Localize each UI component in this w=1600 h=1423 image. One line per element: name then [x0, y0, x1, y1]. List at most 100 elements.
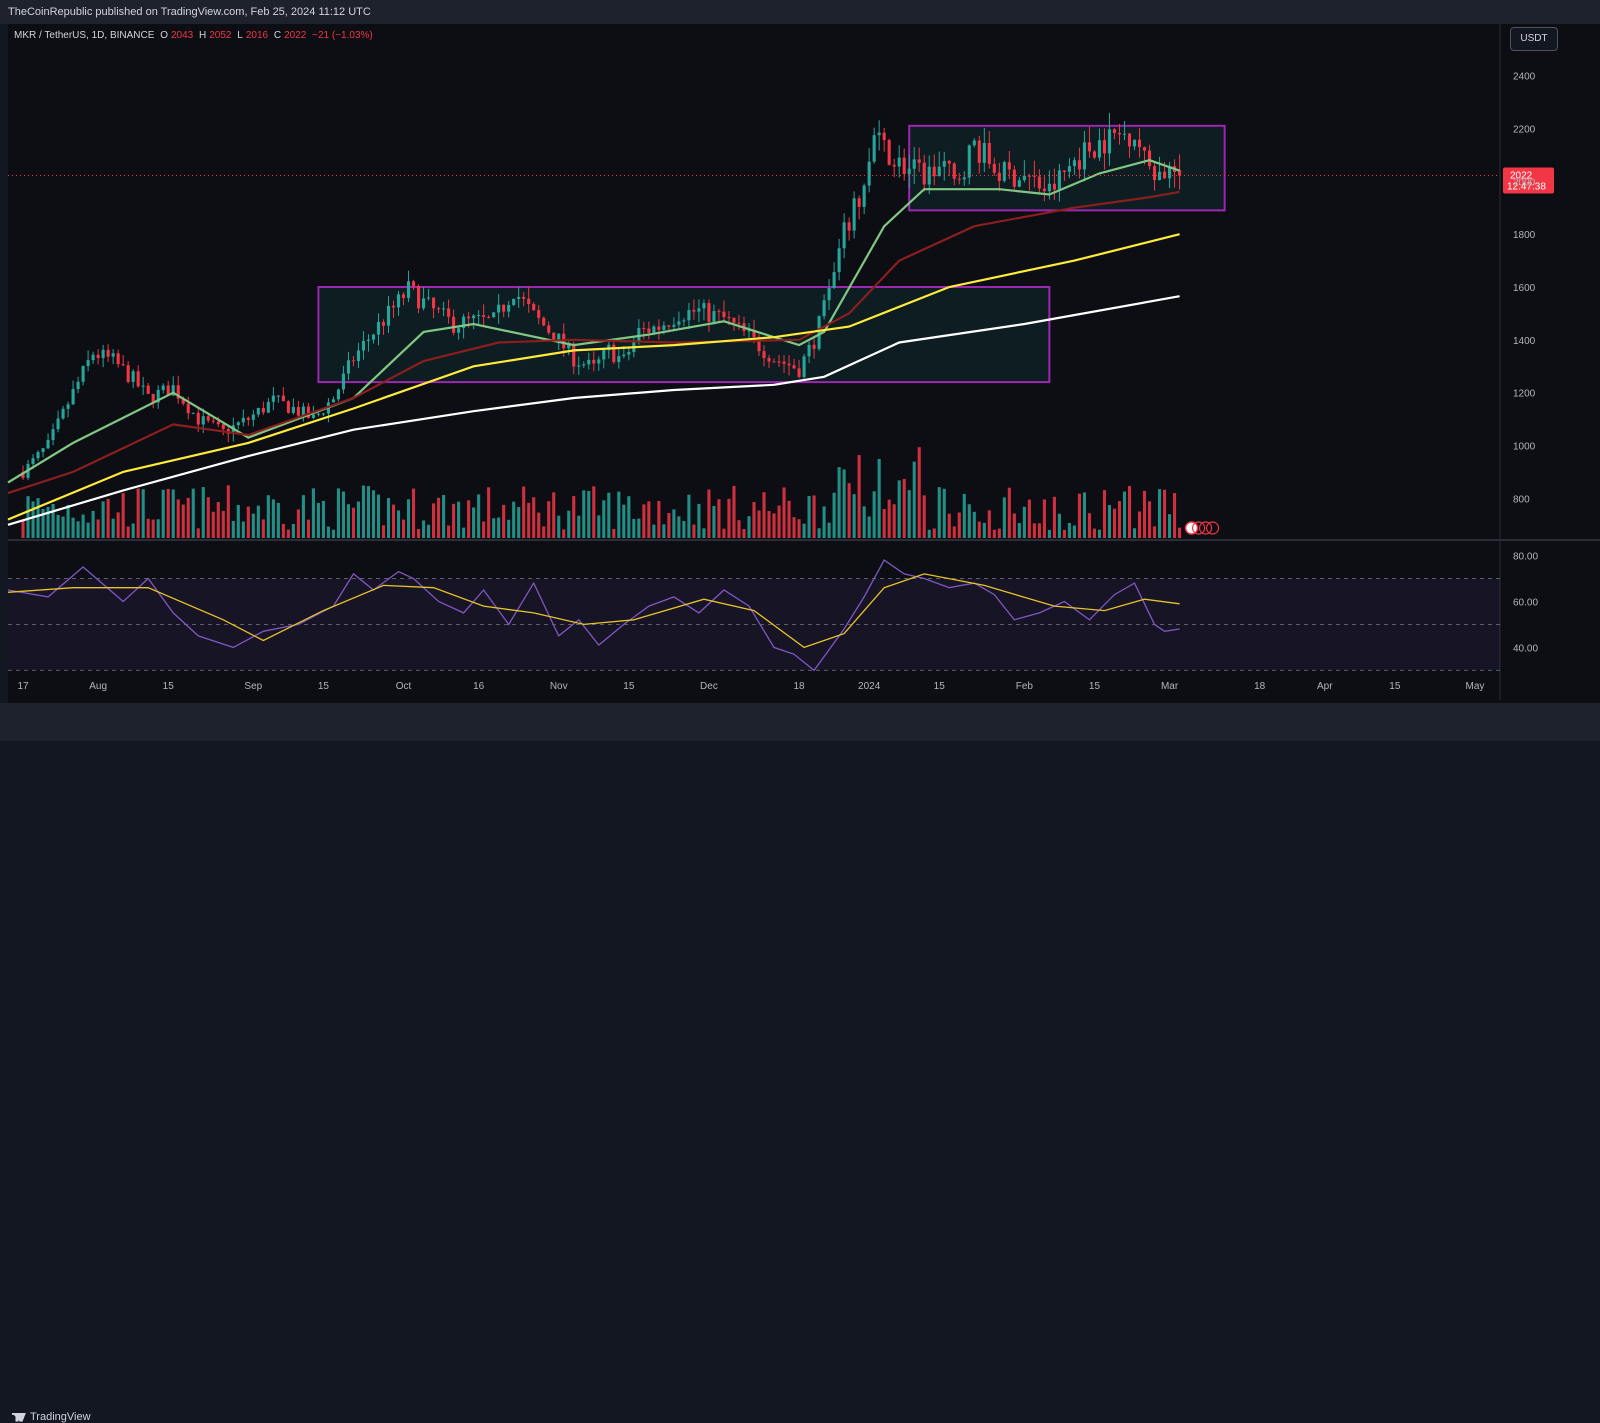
candle-body[interactable]	[1132, 139, 1137, 147]
candle-body[interactable]	[321, 413, 325, 415]
candle-body[interactable]	[31, 458, 35, 464]
candle-body[interactable]	[682, 320, 686, 322]
candle-body[interactable]	[86, 360, 90, 366]
candle-body[interactable]	[917, 159, 921, 163]
candle-body[interactable]	[482, 315, 486, 317]
candle-body[interactable]	[1067, 166, 1071, 172]
candle-body[interactable]	[652, 326, 656, 333]
candle-body[interactable]	[46, 439, 50, 449]
candle-body[interactable]	[1047, 183, 1051, 192]
candle-body[interactable]	[577, 365, 581, 367]
candle-body[interactable]	[56, 418, 60, 430]
candle-body[interactable]	[1087, 142, 1092, 152]
candle-body[interactable]	[376, 321, 381, 335]
candle-body[interactable]	[401, 294, 406, 298]
candle-body[interactable]	[366, 339, 371, 341]
candle-body[interactable]	[457, 328, 461, 333]
candle-body[interactable]	[186, 403, 190, 414]
candle-body[interactable]	[121, 364, 125, 366]
candle-body[interactable]	[66, 404, 70, 409]
candle-body[interactable]	[497, 304, 501, 313]
candle-body[interactable]	[792, 365, 796, 369]
candle-body[interactable]	[141, 385, 145, 387]
candle-body[interactable]	[852, 198, 856, 231]
candle-body[interactable]	[1042, 188, 1046, 192]
candle-body[interactable]	[992, 163, 996, 173]
candle-body[interactable]	[381, 321, 386, 326]
candle-body[interactable]	[477, 315, 481, 317]
candle-body[interactable]	[827, 287, 831, 301]
candle-body[interactable]	[201, 416, 205, 425]
range-box-1[interactable]	[317, 286, 1051, 384]
candle-body[interactable]	[447, 308, 451, 317]
candle-body[interactable]	[817, 316, 821, 349]
candle-body[interactable]	[206, 416, 210, 421]
candle-body[interactable]	[1032, 175, 1036, 177]
candle-body[interactable]	[672, 324, 676, 327]
candle-body[interactable]	[1072, 160, 1076, 167]
candle-body[interactable]	[1037, 176, 1041, 189]
candle-body[interactable]	[1102, 140, 1107, 154]
candle-body[interactable]	[126, 365, 130, 382]
candle-body[interactable]	[547, 325, 551, 333]
candle-body[interactable]	[717, 311, 721, 313]
candle-body[interactable]	[336, 389, 340, 400]
candle-body[interactable]	[472, 315, 476, 319]
candle-body[interactable]	[1152, 166, 1157, 181]
candle-body[interactable]	[767, 358, 771, 362]
candle-body[interactable]	[882, 132, 886, 141]
candle-body[interactable]	[797, 368, 801, 377]
candle-body[interactable]	[411, 281, 416, 287]
candle-body[interactable]	[36, 452, 40, 459]
candle-body[interactable]	[507, 304, 511, 312]
candle-body[interactable]	[602, 350, 606, 360]
candle-body[interactable]	[1062, 170, 1066, 172]
candle-body[interactable]	[1112, 129, 1117, 133]
candle-body[interactable]	[762, 351, 766, 359]
candle-body[interactable]	[627, 352, 631, 355]
candle-body[interactable]	[962, 177, 966, 180]
price-chart[interactable]: 202212:47:388001000120014001600180020002…	[0, 0, 1600, 741]
candle-body[interactable]	[707, 303, 711, 322]
candle-body[interactable]	[346, 360, 351, 374]
candle-body[interactable]	[221, 424, 225, 430]
candle-body[interactable]	[657, 326, 661, 330]
candle-body[interactable]	[341, 373, 346, 390]
candle-body[interactable]	[907, 168, 911, 175]
candle-body[interactable]	[131, 371, 135, 382]
candle-body[interactable]	[1077, 160, 1081, 170]
candle-body[interactable]	[772, 361, 776, 363]
candle-body[interactable]	[622, 354, 626, 357]
candle-body[interactable]	[877, 132, 881, 136]
candle-body[interactable]	[502, 304, 506, 312]
candle-body[interactable]	[782, 361, 786, 364]
candle-body[interactable]	[727, 317, 731, 319]
candle-body[interactable]	[537, 310, 541, 318]
candle-body[interactable]	[261, 407, 265, 413]
candle-body[interactable]	[422, 298, 426, 309]
tradingview-logo[interactable]: TradingView	[12, 1411, 91, 1423]
candle-body[interactable]	[1137, 139, 1142, 148]
candle-body[interactable]	[241, 417, 245, 423]
candle-body[interactable]	[452, 316, 456, 333]
candle-body[interactable]	[191, 412, 195, 414]
candle-body[interactable]	[812, 344, 816, 349]
range-box-2[interactable]	[908, 124, 1226, 212]
candle-body[interactable]	[937, 166, 941, 177]
candle-body[interactable]	[286, 401, 290, 413]
candle-body[interactable]	[637, 328, 641, 342]
candle-body[interactable]	[331, 399, 335, 403]
candle-body[interactable]	[972, 140, 976, 146]
candle-body[interactable]	[91, 354, 95, 361]
candle-body[interactable]	[71, 389, 75, 405]
candle-body[interactable]	[832, 272, 836, 288]
candle-body[interactable]	[512, 298, 516, 305]
candle-body[interactable]	[442, 308, 446, 310]
candle-body[interactable]	[532, 304, 536, 311]
candle-body[interactable]	[266, 401, 270, 413]
candle-body[interactable]	[947, 160, 951, 164]
candle-body[interactable]	[396, 294, 401, 308]
candle-body[interactable]	[982, 142, 986, 163]
candle-body[interactable]	[1097, 140, 1102, 158]
candle-body[interactable]	[1012, 169, 1016, 187]
